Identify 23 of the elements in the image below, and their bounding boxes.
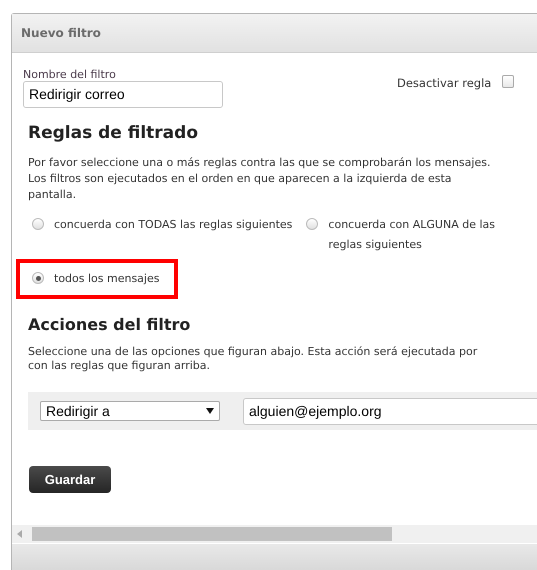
caret-icon bbox=[206, 408, 214, 414]
target-field[interactable]: alguien@ejemplo.org bbox=[243, 398, 537, 424]
actions-description: Seleccione una de las opciones que figuran abajo. Esta acción será ejecutada por bbox=[28, 345, 478, 359]
section-heading: Acciones del filtro bbox=[28, 315, 192, 335]
horizontal-scrollbar[interactable] bbox=[12, 525, 537, 543]
panel-title: Nuevo filtro bbox=[21, 25, 101, 42]
disable-rule-label: Desactivar regla bbox=[397, 75, 492, 92]
radio-label: concuerda con ALGUNA de las reglas siguientes bbox=[328, 217, 496, 253]
radio-button[interactable] bbox=[32, 218, 44, 230]
section-heading: Reglas de filtrado bbox=[28, 123, 199, 143]
scrollbar-thumb[interactable] bbox=[32, 527, 392, 541]
rules-description: Por favor seleccione una o más reglas contra las que se comprobarán los mensajes. Los filtros son ejecutados en el orden en que aparecen a la izquierda de esta pantalla. bbox=[28, 155, 492, 203]
radio-button[interactable] bbox=[32, 272, 44, 284]
scroll-left-icon[interactable] bbox=[17, 530, 22, 538]
actions-description: con las reglas que figuran arriba. bbox=[28, 359, 212, 373]
radio-button[interactable] bbox=[306, 218, 318, 230]
action-select[interactable]: Redirigir a bbox=[40, 401, 220, 421]
checkbox[interactable] bbox=[502, 75, 514, 88]
field-label: Nombre del filtro bbox=[23, 68, 117, 81]
save-button[interactable]: Guardar bbox=[29, 466, 111, 493]
radio-label: todos los mensajes bbox=[54, 271, 160, 287]
filter-name-field[interactable]: Redirigir correo bbox=[23, 81, 223, 108]
radio-label: concuerda con TODAS las reglas siguientes bbox=[54, 217, 292, 233]
